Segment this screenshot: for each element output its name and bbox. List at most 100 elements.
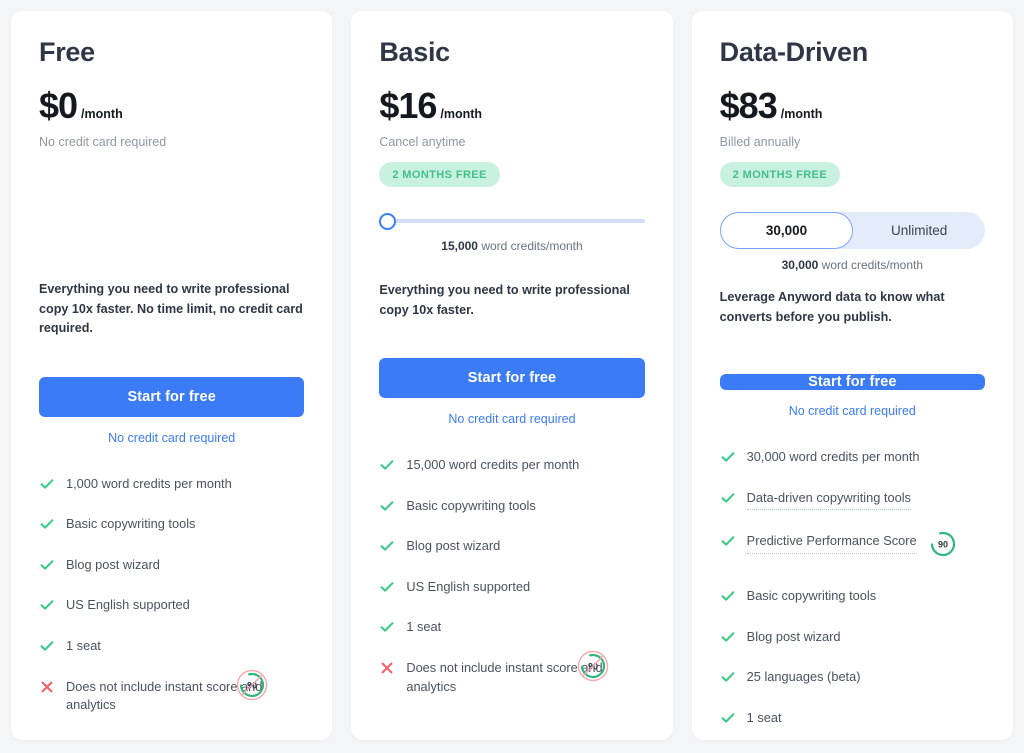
feature-list: 1,000 word credits per month Basic copyw… <box>39 475 304 737</box>
promo-badge: 2 MONTHS FREE <box>379 162 499 187</box>
feature-label: 25 languages (beta) <box>747 668 861 687</box>
plan-name: Basic <box>379 39 644 66</box>
plan-description: Everything you need to write professiona… <box>379 281 644 320</box>
plan-description: Leverage Anyword data to know what conve… <box>720 288 985 327</box>
plan-price: $0 /month <box>39 88 304 124</box>
billing-note: Cancel anytime <box>379 134 644 150</box>
check-icon <box>379 498 395 514</box>
start-for-free-button[interactable]: Start for free <box>39 377 304 417</box>
slider-track[interactable] <box>383 219 644 223</box>
credit-slider-group: 15,000 word credits/month <box>379 212 644 253</box>
toggle-option-unlimited[interactable]: Unlimited <box>853 212 985 249</box>
price-amount: $0 <box>39 88 77 124</box>
credits-caption: 15,000 word credits/month <box>379 239 644 253</box>
start-for-free-button[interactable]: Start for free <box>379 358 644 398</box>
price-amount: $83 <box>720 88 777 124</box>
cross-icon <box>39 679 55 695</box>
toggle-option-credits[interactable]: 30,000 <box>720 212 854 249</box>
feature-item: Basic copywriting tools <box>379 497 644 516</box>
score-badge-disabled-90: 90 <box>236 669 268 706</box>
feature-item: US English supported <box>39 596 304 615</box>
billing-note: Billed annually <box>720 134 985 150</box>
feature-item: Basic copywriting tools <box>720 587 985 606</box>
credit-toggle-group: 30,000Unlimited 30,000 word credits/mont… <box>720 212 985 272</box>
check-icon <box>720 669 736 685</box>
feature-item: 1 seat <box>39 637 304 656</box>
check-icon <box>379 457 395 473</box>
feature-label: US English supported <box>66 596 190 615</box>
check-icon <box>379 579 395 595</box>
score-badge-90: 90 <box>927 528 959 565</box>
check-icon <box>720 449 736 465</box>
feature-label: Does not include instant score and analy… <box>66 678 304 715</box>
slider-knob[interactable] <box>379 213 396 230</box>
promo-badge: 2 MONTHS FREE <box>720 162 840 187</box>
feature-item: US English supported <box>379 578 644 597</box>
feature-item: Blog post wizard <box>39 556 304 575</box>
no-credit-card-link[interactable]: No credit card required <box>720 404 985 418</box>
feature-label[interactable]: Data-driven copywriting tools <box>747 489 911 511</box>
feature-label: Blog post wizard <box>406 537 500 556</box>
credit-toggle[interactable]: 30,000Unlimited <box>720 212 985 249</box>
check-icon <box>379 538 395 554</box>
price-period: /month <box>440 107 482 121</box>
check-icon <box>720 629 736 645</box>
credit-slider[interactable] <box>379 212 644 230</box>
feature-label: 30,000 word credits per month <box>747 448 920 467</box>
price-amount: $16 <box>379 88 436 124</box>
check-icon <box>39 597 55 613</box>
check-icon <box>39 516 55 532</box>
feature-label: 1 seat <box>66 637 101 656</box>
credits-value: 15,000 <box>441 239 478 253</box>
feature-label: 1 seat <box>747 709 782 728</box>
feature-label: Blog post wizard <box>747 628 841 647</box>
feature-item: 1,000 word credits per month <box>39 475 304 494</box>
plan-name: Data-Driven <box>720 39 985 66</box>
svg-text:90: 90 <box>938 540 948 550</box>
check-icon <box>720 490 736 506</box>
plan-card-data-driven: Data-Driven $83 /month Billed annually 2 … <box>692 11 1013 740</box>
credits-caption-suffix: word credits/month <box>818 258 923 272</box>
feature-item: 30,000 word credits per month <box>720 448 985 467</box>
feature-label: Basic copywriting tools <box>747 587 876 606</box>
score-badge-disabled-90: 90 <box>577 650 609 687</box>
feature-item: Basic copywriting tools <box>39 515 304 534</box>
feature-item: 1 seat <box>720 709 985 728</box>
check-icon <box>39 557 55 573</box>
no-credit-card-link[interactable]: No credit card required <box>379 412 644 426</box>
feature-item: 25 languages (beta) <box>720 668 985 687</box>
credits-value: 30,000 <box>782 258 819 272</box>
feature-item: Blog post wizard <box>720 628 985 647</box>
start-for-free-button[interactable]: Start for free <box>720 374 985 390</box>
check-icon <box>39 476 55 492</box>
feature-item: Blog post wizard <box>379 537 644 556</box>
plan-card-basic: Basic $16 /month Cancel anytime 2 MONTHS … <box>351 11 672 740</box>
feature-list: 30,000 word credits per month Data-drive… <box>720 448 985 740</box>
feature-label: Does not include instant score and analy… <box>406 659 644 696</box>
plan-card-free: Free $0 /month No credit card required Ev… <box>11 11 332 740</box>
feature-item: Data-driven copywriting tools <box>720 489 985 511</box>
check-icon <box>720 710 736 726</box>
feature-label: Basic copywriting tools <box>66 515 195 534</box>
feature-item: 15,000 word credits per month <box>379 456 644 475</box>
feature-label[interactable]: Predictive Performance Score <box>747 532 917 554</box>
feature-label: 1 seat <box>406 618 441 637</box>
price-period: /month <box>781 107 823 121</box>
check-icon <box>720 588 736 604</box>
feature-item: Does not include instant score and analy… <box>379 659 644 696</box>
check-icon <box>39 638 55 654</box>
plan-description: Everything you need to write professiona… <box>39 280 304 339</box>
price-period: /month <box>81 107 123 121</box>
feature-label: Basic copywriting tools <box>406 497 535 516</box>
no-credit-card-link[interactable]: No credit card required <box>39 431 304 445</box>
feature-label: 1,000 word credits per month <box>66 475 232 494</box>
feature-item: Does not include instant score and analy… <box>39 678 304 715</box>
billing-note: No credit card required <box>39 134 304 150</box>
cross-icon <box>379 660 395 676</box>
plan-name: Free <box>39 39 304 66</box>
plan-price: $16 /month <box>379 88 644 124</box>
credits-caption: 30,000 word credits/month <box>720 258 985 272</box>
check-icon <box>379 619 395 635</box>
check-icon <box>720 533 736 549</box>
feature-label: 15,000 word credits per month <box>406 456 579 475</box>
